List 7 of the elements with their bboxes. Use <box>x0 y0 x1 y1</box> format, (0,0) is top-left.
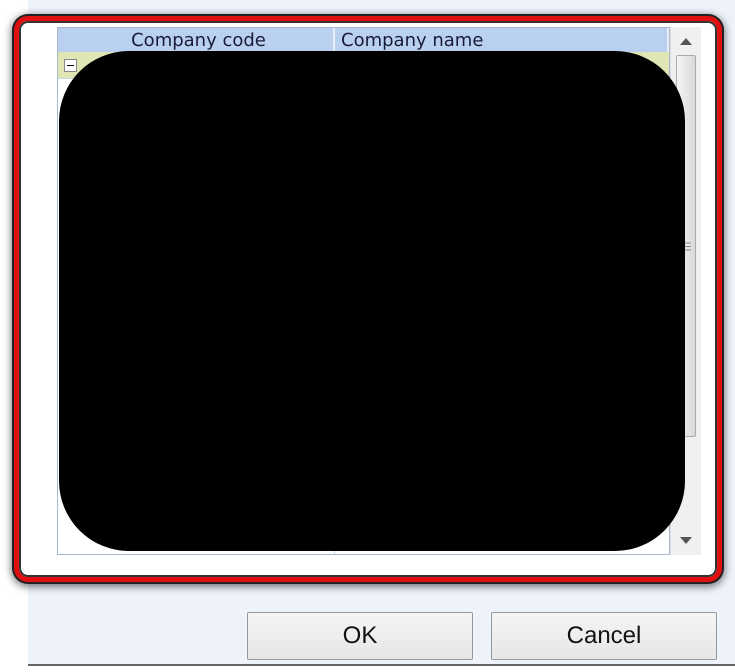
scroll-down-icon[interactable] <box>680 537 692 545</box>
cancel-button[interactable]: Cancel <box>491 612 717 660</box>
ok-button[interactable]: OK <box>247 612 473 660</box>
column-header[interactable]: Company name <box>335 28 669 52</box>
scroll-up-icon[interactable] <box>680 37 692 45</box>
column-header[interactable]: Company code <box>58 28 335 52</box>
collapse-icon[interactable] <box>64 58 77 72</box>
